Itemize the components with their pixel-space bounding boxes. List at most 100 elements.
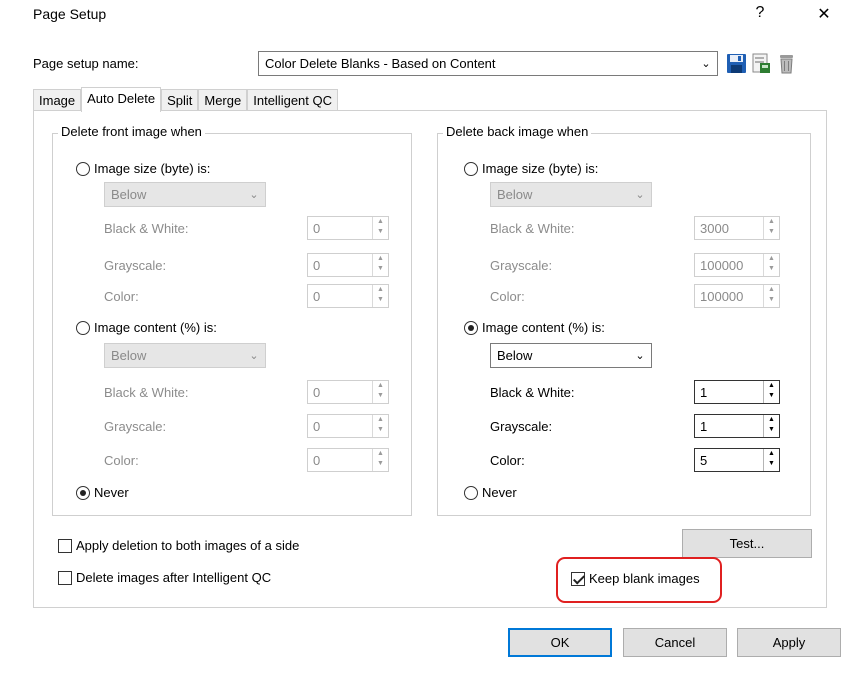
back-size-mode-select[interactable]: Below ⌄ — [490, 182, 652, 207]
back-content-color-spinner[interactable]: 5 ▲ ▼ — [694, 448, 780, 472]
back-size-color-value: 100000 — [700, 288, 744, 304]
back-size-radio-label: Image size (byte) is: — [482, 161, 599, 176]
front-size-gray-label: Grayscale: — [104, 258, 167, 273]
front-content-mode-select[interactable]: Below ⌄ — [104, 343, 266, 368]
front-size-mode-select[interactable]: Below ⌄ — [104, 182, 266, 207]
delete-after-qc-label: Delete images after Intelligent QC — [76, 570, 272, 585]
front-never-radio-circle — [76, 485, 90, 500]
front-never-radio[interactable]: Never — [76, 485, 129, 500]
front-size-mode-value: Below — [111, 187, 147, 202]
keep-blank-checkbox[interactable]: Keep blank images — [571, 571, 700, 586]
tab-strip: Image Auto Delete Split Merge Intelligen… — [33, 87, 338, 112]
back-content-gray-label: Grayscale: — [490, 419, 553, 434]
back-content-bw-value: 1 — [700, 384, 708, 400]
spinner-arrows-icon[interactable]: ▲ ▼ — [763, 381, 779, 403]
spinner-arrows-icon[interactable]: ▲ ▼ — [763, 285, 779, 307]
spinner-arrows-icon[interactable]: ▲ ▼ — [763, 449, 779, 471]
window-title: Page Setup — [33, 6, 107, 22]
back-size-mode-value: Below — [497, 187, 533, 202]
chevron-down-icon: ⌄ — [249, 189, 259, 201]
apply-both-checkbox-box — [58, 538, 72, 553]
back-size-bw-label: Black & White: — [490, 221, 575, 236]
back-content-color-value: 5 — [700, 452, 708, 468]
cancel-button[interactable]: Cancel — [623, 628, 727, 657]
spinner-arrows-icon[interactable]: ▲ ▼ — [372, 254, 388, 276]
spinner-arrows-icon[interactable]: ▲ ▼ — [763, 217, 779, 239]
chevron-down-icon: ⌄ — [249, 350, 259, 362]
front-size-bw-label: Black & White: — [104, 221, 189, 236]
delete-button[interactable] — [775, 52, 798, 75]
help-button[interactable]: ? — [745, 4, 775, 22]
tab-auto-delete[interactable]: Auto Delete — [81, 87, 162, 112]
save-icon — [727, 54, 746, 73]
front-size-radio[interactable]: Image size (byte) is: — [76, 161, 210, 176]
spinner-arrows-icon[interactable]: ▲ ▼ — [372, 381, 388, 403]
back-content-radio-label: Image content (%) is: — [482, 320, 605, 335]
back-content-bw-spinner[interactable]: 1 ▲ ▼ — [694, 380, 780, 404]
chevron-down-icon: ⌄ — [701, 58, 711, 70]
front-never-radio-label: Never — [94, 485, 129, 500]
keep-blank-label: Keep blank images — [589, 571, 700, 586]
back-never-radio-circle — [464, 485, 478, 500]
page-setup-name-value: Color Delete Blanks - Based on Content — [265, 56, 496, 71]
back-never-radio[interactable]: Never — [464, 485, 517, 500]
spinner-arrows-icon[interactable]: ▲ ▼ — [763, 415, 779, 437]
keep-blank-checkbox-box — [571, 571, 585, 586]
back-group-title: Delete back image when — [443, 124, 592, 139]
front-content-bw-value: 0 — [313, 384, 321, 400]
back-size-color-label: Color: — [490, 289, 525, 304]
back-size-gray-spinner[interactable]: 100000 ▲ ▼ — [694, 253, 780, 277]
test-button[interactable]: Test... — [682, 529, 812, 558]
ok-button[interactable]: OK — [508, 628, 612, 657]
back-never-radio-label: Never — [482, 485, 517, 500]
spinner-arrows-icon[interactable]: ▲ ▼ — [372, 415, 388, 437]
front-size-bw-spinner[interactable]: 0 ▲ ▼ — [307, 216, 389, 240]
delete-after-qc-checkbox-box — [58, 570, 72, 585]
chevron-down-icon: ⌄ — [635, 350, 645, 362]
front-size-radio-label: Image size (byte) is: — [94, 161, 211, 176]
apply-both-checkbox[interactable]: Apply deletion to both images of a side — [58, 538, 299, 553]
back-content-radio[interactable]: Image content (%) is: — [464, 320, 605, 335]
front-size-gray-spinner[interactable]: 0 ▲ ▼ — [307, 253, 389, 277]
front-size-radio-circle — [76, 161, 90, 176]
tab-intelligent-qc[interactable]: Intelligent QC — [247, 89, 338, 111]
front-size-gray-value: 0 — [313, 257, 321, 273]
back-size-color-spinner[interactable]: 100000 ▲ ▼ — [694, 284, 780, 308]
front-size-bw-value: 0 — [313, 220, 321, 236]
tab-split[interactable]: Split — [161, 89, 199, 111]
save-as-button[interactable] — [750, 52, 773, 75]
back-content-color-label: Color: — [490, 453, 525, 468]
front-content-gray-value: 0 — [313, 418, 321, 434]
save-button[interactable] — [725, 52, 748, 75]
spinner-arrows-icon[interactable]: ▲ ▼ — [372, 217, 388, 239]
front-content-radio[interactable]: Image content (%) is: — [76, 320, 217, 335]
back-size-gray-value: 100000 — [700, 257, 744, 273]
apply-both-label: Apply deletion to both images of a side — [76, 538, 300, 553]
back-size-bw-spinner[interactable]: 3000 ▲ ▼ — [694, 216, 780, 240]
delete-after-qc-checkbox[interactable]: Delete images after Intelligent QC — [58, 570, 271, 585]
apply-button[interactable]: Apply — [737, 628, 841, 657]
page-setup-name-label: Page setup name: — [33, 56, 139, 71]
close-button[interactable]: ✕ — [809, 4, 839, 24]
page-setup-name-combo[interactable]: Color Delete Blanks - Based on Content ⌄ — [258, 51, 718, 76]
front-size-color-value: 0 — [313, 288, 321, 304]
back-size-bw-value: 3000 — [700, 220, 729, 236]
tab-merge[interactable]: Merge — [198, 89, 248, 111]
front-content-gray-spinner[interactable]: 0 ▲ ▼ — [307, 414, 389, 438]
front-content-bw-label: Black & White: — [104, 385, 189, 400]
front-content-color-spinner[interactable]: 0 ▲ ▼ — [307, 448, 389, 472]
back-size-radio[interactable]: Image size (byte) is: — [464, 161, 598, 176]
back-content-mode-select[interactable]: Below ⌄ — [490, 343, 652, 368]
front-size-color-label: Color: — [104, 289, 139, 304]
front-content-gray-label: Grayscale: — [104, 419, 167, 434]
front-content-bw-spinner[interactable]: 0 ▲ ▼ — [307, 380, 389, 404]
back-content-gray-spinner[interactable]: 1 ▲ ▼ — [694, 414, 780, 438]
spinner-arrows-icon[interactable]: ▲ ▼ — [372, 285, 388, 307]
tab-image[interactable]: Image — [33, 89, 82, 111]
back-size-gray-label: Grayscale: — [490, 258, 553, 273]
front-group-title: Delete front image when — [58, 124, 205, 139]
spinner-arrows-icon[interactable]: ▲ ▼ — [372, 449, 388, 471]
spinner-arrows-icon[interactable]: ▲ ▼ — [763, 254, 779, 276]
front-size-color-spinner[interactable]: 0 ▲ ▼ — [307, 284, 389, 308]
front-content-radio-label: Image content (%) is: — [94, 320, 217, 335]
